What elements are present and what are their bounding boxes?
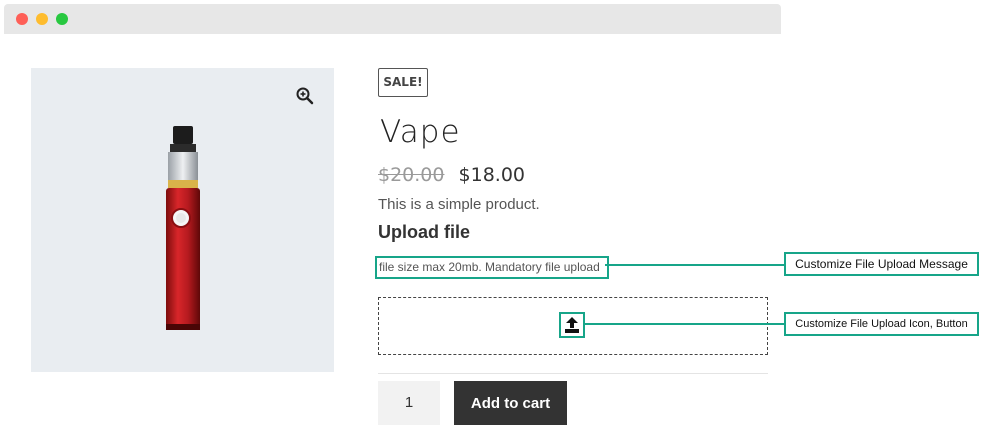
upload-button[interactable] bbox=[559, 312, 585, 338]
icon-callout: Customize File Upload Icon, Button bbox=[784, 312, 979, 336]
upload-message: file size max 20mb. Mandatory file uploa… bbox=[375, 256, 609, 279]
upload-icon bbox=[565, 317, 579, 333]
message-callout-line bbox=[605, 264, 785, 266]
product-description: This is a simple product. bbox=[378, 196, 540, 213]
add-to-cart-button[interactable]: Add to cart bbox=[454, 381, 567, 425]
quantity-input[interactable]: 1 bbox=[378, 381, 440, 425]
old-price: $20.00 bbox=[378, 164, 445, 186]
product-price: $20.00 $18.00 bbox=[378, 164, 525, 186]
sale-badge: SALE! bbox=[378, 68, 428, 97]
sale-price: $18.00 bbox=[458, 164, 526, 186]
product-image bbox=[166, 126, 200, 330]
close-window-button[interactable] bbox=[16, 13, 28, 25]
upload-heading: Upload file bbox=[378, 222, 471, 242]
message-callout: Customize File Upload Message bbox=[784, 252, 979, 276]
product-title: Vape bbox=[380, 114, 461, 150]
browser-titlebar bbox=[4, 4, 781, 34]
product-gallery[interactable] bbox=[31, 68, 334, 372]
minimize-window-button[interactable] bbox=[36, 13, 48, 25]
divider bbox=[378, 373, 768, 374]
zoom-in-icon[interactable] bbox=[295, 86, 315, 106]
maximize-window-button[interactable] bbox=[56, 13, 68, 25]
icon-callout-line bbox=[583, 323, 785, 325]
